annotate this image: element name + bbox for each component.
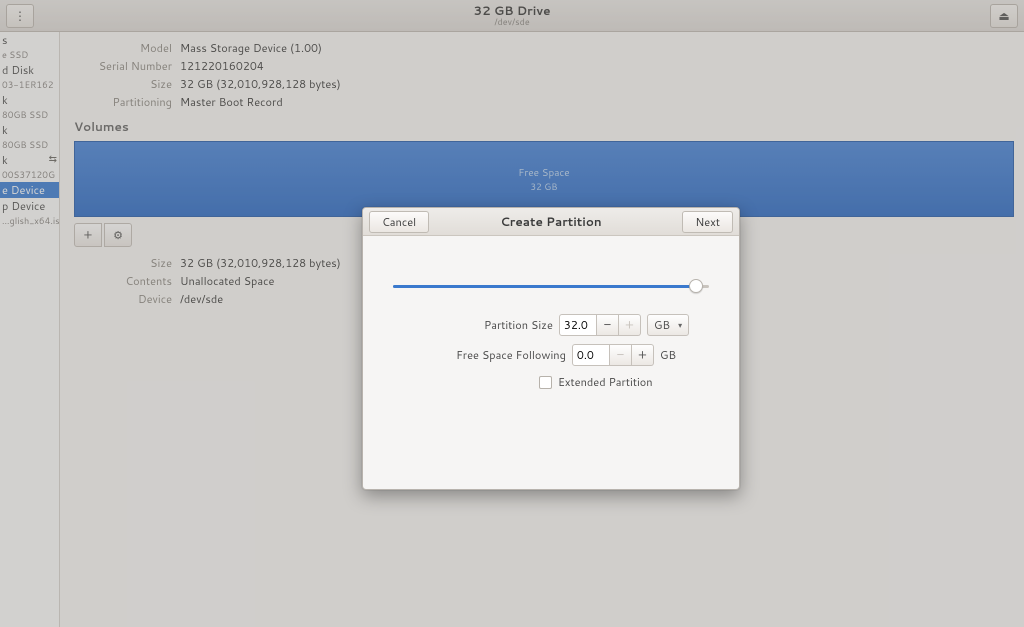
header-title-box: 32 GB Drive /dev/sde (474, 4, 551, 27)
sidebar-item-sub: 03-1ER162 (0, 78, 59, 92)
value: Mass Storage Device (1.00) (180, 40, 322, 56)
increment-button[interactable]: + (619, 314, 641, 336)
free-space-input[interactable] (572, 344, 610, 366)
eject-icon: ⏏ (998, 7, 1009, 24)
extended-partition-label: Extended Partition (558, 374, 653, 390)
value: Unallocated Space (180, 273, 274, 289)
info-row-serial: Serial Number 121220160204 (74, 58, 1014, 74)
value: /dev/sde (180, 291, 223, 307)
label: Model (74, 40, 172, 56)
dialog-title: Create Partition (500, 213, 601, 230)
decrement-button[interactable]: − (597, 314, 619, 336)
minus-icon: − (617, 346, 625, 364)
chevron-down-icon: ▾ (678, 319, 682, 331)
minus-icon: − (604, 316, 612, 334)
plus-icon: + (638, 346, 647, 364)
sidebar-item[interactable]: p Device (0, 198, 59, 214)
free-space-unit: GB (660, 347, 676, 363)
value: 121220160204 (180, 58, 264, 74)
partition-size-slider[interactable] (393, 276, 709, 296)
plus-icon: + (625, 316, 634, 334)
label: Contents (74, 273, 172, 289)
sidebar-item-selected[interactable]: e Device (0, 182, 59, 198)
partition-size-input[interactable] (559, 314, 597, 336)
gear-icon: ⚙ (113, 227, 123, 243)
label: Partitioning (74, 94, 172, 110)
partition-size-spinner: − + (559, 314, 641, 336)
sidebar-item-sub: 80GB SSD (0, 108, 59, 122)
free-space-row: Free Space Following − + GB (393, 344, 709, 366)
sidebar-item[interactable]: k (0, 92, 59, 108)
kebab-icon: ⋮ (14, 7, 26, 24)
partition-settings-button[interactable]: ⚙ (104, 223, 132, 247)
partition-size-label: Partition Size (413, 317, 553, 333)
label: Serial Number (74, 58, 172, 74)
dialog-body: Partition Size − + GB ▾ Free Space Follo… (363, 236, 739, 489)
volume-bar-free-space[interactable]: Free Space 32 GB (74, 141, 1014, 217)
sidebar-item-sub: 00S37120G (0, 168, 59, 182)
sidebar-item-sub: e SSD (0, 48, 59, 62)
label: Size (74, 76, 172, 92)
partition-size-row: Partition Size − + GB ▾ (393, 314, 709, 336)
menu-button[interactable]: ⋮ (6, 4, 34, 28)
increment-button[interactable]: + (632, 344, 654, 366)
info-row-model: Model Mass Storage Device (1.00) (74, 40, 1014, 56)
free-space-label: Free Space Following (426, 347, 566, 363)
value: Master Boot Record (180, 94, 283, 110)
dialog-header: Cancel Create Partition Next (363, 208, 739, 236)
cancel-button[interactable]: Cancel (369, 211, 429, 233)
sidebar-item[interactable]: s (0, 32, 59, 48)
plus-icon: + (84, 226, 93, 244)
info-row-partitioning: Partitioning Master Boot Record (74, 94, 1014, 110)
sidebar-item[interactable]: d Disk (0, 62, 59, 78)
device-sidebar[interactable]: s e SSD d Disk 03-1ER162 k 80GB SSD k 80… (0, 32, 60, 627)
volume-title: Free Space (518, 166, 569, 180)
volume-size: 32 GB (530, 180, 557, 193)
next-button[interactable]: Next (682, 211, 733, 233)
eject-button[interactable]: ⏏ (990, 4, 1018, 28)
add-partition-button[interactable]: + (74, 223, 102, 247)
sidebar-item-label: k (2, 152, 8, 168)
free-space-spinner: − + (572, 344, 654, 366)
value: 32 GB (32,010,928,128 bytes) (180, 255, 341, 271)
extended-partition-checkbox[interactable] (539, 376, 552, 389)
sidebar-item-sub: 80GB SSD (0, 138, 59, 152)
sidebar-item[interactable]: k (0, 122, 59, 138)
slider-fill (393, 285, 696, 288)
create-partition-dialog: Cancel Create Partition Next Partition S… (362, 207, 740, 490)
header-bar: ⋮ 32 GB Drive /dev/sde ⏏ (0, 0, 1024, 32)
info-row-size: Size 32 GB (32,010,928,128 bytes) (74, 76, 1014, 92)
label: Size (74, 255, 172, 271)
size-unit-select[interactable]: GB ▾ (647, 314, 689, 336)
slider-thumb[interactable] (689, 279, 703, 293)
volumes-heading: Volumes (74, 118, 1014, 135)
value: 32 GB (32,010,928,128 bytes) (180, 76, 341, 92)
label: Device (74, 291, 172, 307)
link-icon: ⇆ (49, 154, 57, 165)
extended-partition-row: Extended Partition (539, 374, 709, 390)
unit-label: GB (654, 317, 670, 333)
decrement-button[interactable]: − (610, 344, 632, 366)
sidebar-item[interactable]: k ⇆ (0, 152, 59, 168)
sidebar-item-sub: …glish_x64.iso (0, 214, 59, 228)
